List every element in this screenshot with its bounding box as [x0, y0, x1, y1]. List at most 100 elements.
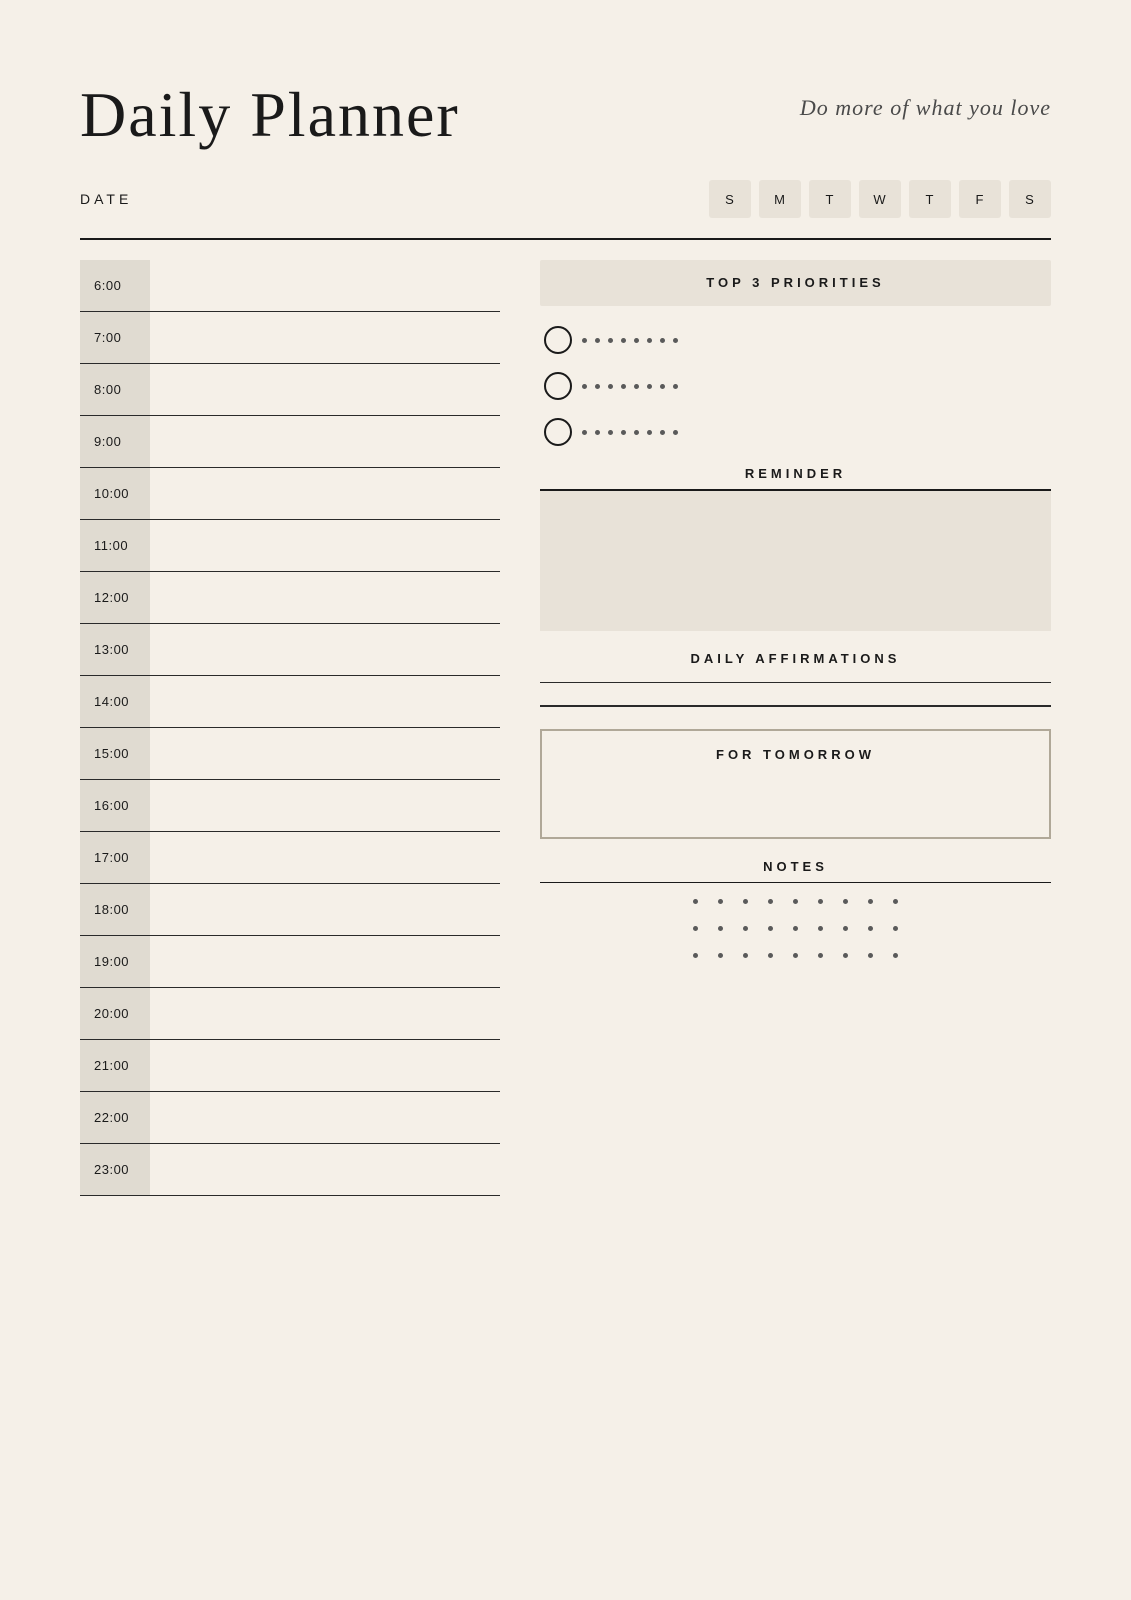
dot: [582, 430, 587, 435]
dot: [660, 338, 665, 343]
page: Daily Planner Do more of what you love D…: [0, 0, 1131, 1600]
time-content[interactable]: [150, 1092, 500, 1143]
day-box-F-5[interactable]: F: [959, 180, 1001, 218]
time-content[interactable]: [150, 936, 500, 987]
dot: [621, 384, 626, 389]
dot: [608, 384, 613, 389]
notes-dot: [843, 953, 848, 958]
notes-dot: [768, 899, 773, 904]
header: Daily Planner Do more of what you love: [80, 80, 1051, 150]
time-slot: 8:00: [80, 364, 500, 416]
time-content[interactable]: [150, 728, 500, 779]
notes-dot: [718, 899, 723, 904]
time-label: 20:00: [80, 988, 150, 1039]
header-divider: [80, 238, 1051, 240]
time-slot: 12:00: [80, 572, 500, 624]
time-label: 9:00: [80, 416, 150, 467]
priorities-title: TOP 3 PRIORITIES: [706, 275, 884, 290]
dot: [634, 338, 639, 343]
time-slot: 23:00: [80, 1144, 500, 1196]
time-label: 7:00: [80, 312, 150, 363]
priority-checkbox-3[interactable]: [544, 418, 572, 446]
time-slot: 10:00: [80, 468, 500, 520]
notes-dots-row-3: [540, 953, 1051, 958]
time-label: 12:00: [80, 572, 150, 623]
time-content[interactable]: [150, 1040, 500, 1091]
notes-dots-row-2: [540, 926, 1051, 931]
time-content[interactable]: [150, 884, 500, 935]
time-content[interactable]: [150, 624, 500, 675]
day-box-S-0[interactable]: S: [709, 180, 751, 218]
priority-item-3[interactable]: [540, 418, 1051, 446]
time-content[interactable]: [150, 1144, 500, 1195]
time-content[interactable]: [150, 572, 500, 623]
notes-dot: [893, 953, 898, 958]
time-content[interactable]: [150, 520, 500, 571]
time-label: 17:00: [80, 832, 150, 883]
priority-checkbox-1[interactable]: [544, 326, 572, 354]
time-slot: 15:00: [80, 728, 500, 780]
dot: [673, 338, 678, 343]
time-slot: 13:00: [80, 624, 500, 676]
dot: [608, 338, 613, 343]
notes-dot: [818, 953, 823, 958]
reminder-box[interactable]: [540, 491, 1051, 631]
priority-checkbox-2[interactable]: [544, 372, 572, 400]
dot: [595, 384, 600, 389]
affirmation-line-2: [540, 705, 1051, 707]
dot: [595, 338, 600, 343]
days-selector: SMTWTFS: [709, 180, 1051, 218]
priority-items: [540, 326, 1051, 446]
notes-dot: [743, 953, 748, 958]
notes-dot: [693, 899, 698, 904]
time-label: 10:00: [80, 468, 150, 519]
title-block: Daily Planner: [80, 80, 460, 150]
day-box-S-6[interactable]: S: [1009, 180, 1051, 218]
day-box-W-3[interactable]: W: [859, 180, 901, 218]
time-content[interactable]: [150, 260, 500, 311]
dot: [647, 338, 652, 343]
notes-dot: [768, 953, 773, 958]
date-label: DATE: [80, 191, 132, 207]
day-box-T-4[interactable]: T: [909, 180, 951, 218]
time-content[interactable]: [150, 364, 500, 415]
time-slot: 6:00: [80, 260, 500, 312]
dot: [660, 384, 665, 389]
time-label: 8:00: [80, 364, 150, 415]
time-content[interactable]: [150, 988, 500, 1039]
day-box-M-1[interactable]: M: [759, 180, 801, 218]
notes-dot: [843, 926, 848, 931]
date-row: DATE SMTWTFS: [80, 180, 1051, 218]
day-box-T-2[interactable]: T: [809, 180, 851, 218]
time-label: 11:00: [80, 520, 150, 571]
for-tomorrow-box[interactable]: FOR TOMORROW: [540, 729, 1051, 839]
notes-dot: [768, 926, 773, 931]
affirmations-title: DAILY AFFIRMATIONS: [540, 651, 1051, 666]
time-content[interactable]: [150, 780, 500, 831]
time-content[interactable]: [150, 676, 500, 727]
time-label: 16:00: [80, 780, 150, 831]
priority-item-2[interactable]: [540, 372, 1051, 400]
time-slot: 9:00: [80, 416, 500, 468]
main-content: 6:007:008:009:0010:0011:0012:0013:0014:0…: [80, 260, 1051, 1196]
time-label: 22:00: [80, 1092, 150, 1143]
notes-divider: [540, 882, 1051, 884]
time-content[interactable]: [150, 416, 500, 467]
time-slot: 21:00: [80, 1040, 500, 1092]
schedule-column: 6:007:008:009:0010:0011:0012:0013:0014:0…: [80, 260, 500, 1196]
time-content[interactable]: [150, 832, 500, 883]
dot: [634, 384, 639, 389]
time-label: 18:00: [80, 884, 150, 935]
time-slot: 19:00: [80, 936, 500, 988]
time-content[interactable]: [150, 468, 500, 519]
time-slot: 18:00: [80, 884, 500, 936]
notes-title: NOTES: [540, 859, 1051, 874]
notes-dot: [843, 899, 848, 904]
dot: [647, 384, 652, 389]
priority-item-1[interactable]: [540, 326, 1051, 354]
notes-dot: [693, 926, 698, 931]
time-content[interactable]: [150, 312, 500, 363]
notes-dot: [718, 926, 723, 931]
notes-dot: [793, 926, 798, 931]
notes-dot: [743, 926, 748, 931]
